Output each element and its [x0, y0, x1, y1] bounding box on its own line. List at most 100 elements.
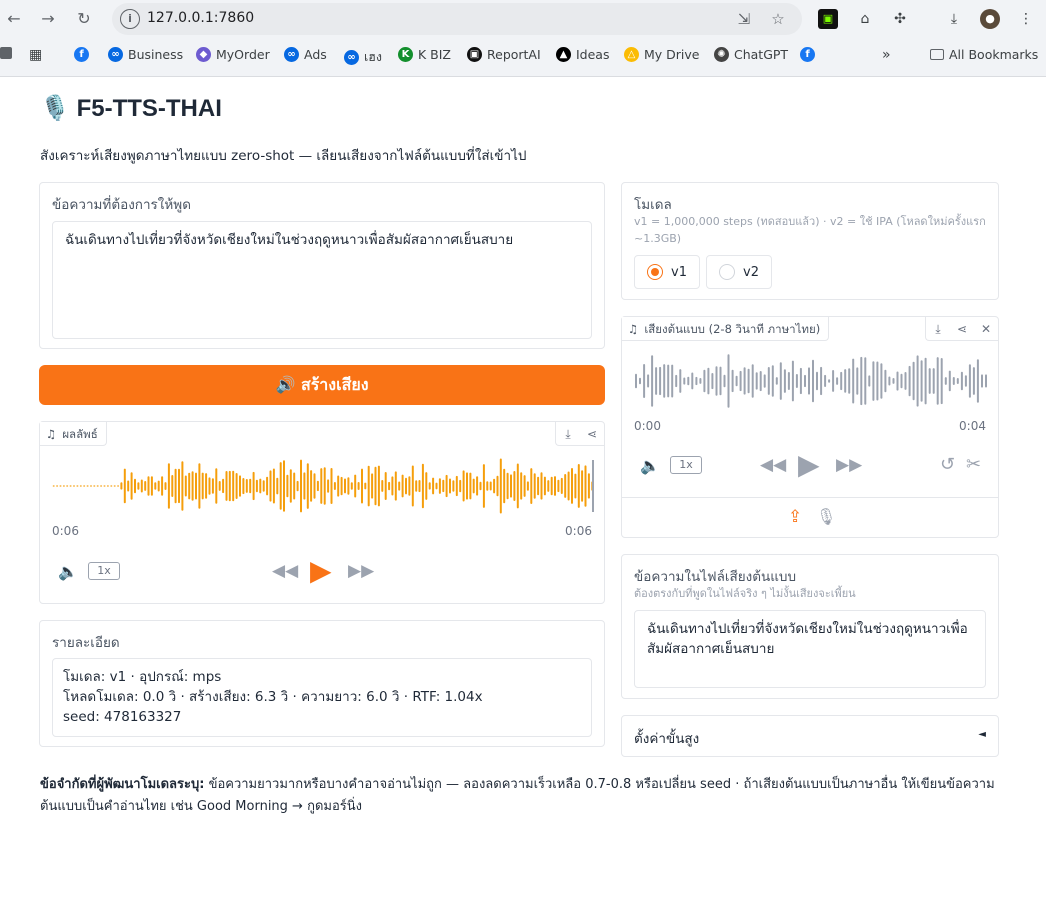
waveform-bar	[134, 478, 136, 494]
waveform-bar	[127, 480, 130, 492]
bookmark-item[interactable]: K K BIZ	[398, 47, 451, 62]
waveform-bar	[316, 480, 319, 492]
waveform-bar	[876, 361, 879, 401]
waveform-bar	[333, 482, 336, 490]
ref-waveform[interactable]	[634, 351, 988, 411]
waveform-bar	[526, 481, 529, 491]
waveform-bar	[103, 485, 106, 487]
waveform-bar	[83, 485, 86, 487]
waveform-bar	[205, 473, 208, 499]
play-icon[interactable]: ▶	[310, 554, 332, 587]
bookmark-label: Ideas	[576, 47, 610, 62]
waveform-bar	[904, 372, 907, 390]
waveform-bar	[150, 476, 153, 496]
skip-forward-icon[interactable]: ▶▶	[348, 561, 374, 581]
bookmark-item[interactable]: ▲ Ideas	[556, 47, 609, 62]
menu-dots-icon[interactable]: ⋮	[1016, 9, 1036, 29]
skip-forward-icon[interactable]: ▶▶	[836, 455, 862, 475]
playback-speed-button[interactable]: 1x	[88, 562, 120, 580]
bookmark-item[interactable]: ∞ Business	[108, 47, 183, 62]
volume-icon[interactable]: 🔈	[58, 562, 78, 581]
waveform-bar	[771, 365, 774, 397]
bookmark-item[interactable]: f	[800, 47, 815, 62]
text-input-field[interactable]: ฉันเดินทางไปเที่ยวที่จังหวัดเชียงใหม่ในช…	[52, 221, 592, 339]
back-icon[interactable]: ←	[4, 9, 24, 29]
waveform-bar	[184, 475, 187, 497]
reload-icon[interactable]: ↻	[74, 9, 94, 29]
site-info-icon[interactable]: i	[120, 9, 140, 29]
trim-scissors-icon[interactable]: ✂	[966, 454, 981, 475]
install-app-icon[interactable]: ⇲	[734, 9, 754, 29]
waveform-bar	[130, 472, 133, 500]
bookmark-item[interactable]: f	[74, 47, 89, 62]
waveform-bar	[479, 481, 482, 491]
ref-text-panel: ข้อความในไฟล์เสียงต้นแบบ ต้องตรงกับที่พู…	[621, 554, 999, 699]
waveform-bar	[557, 479, 560, 493]
waveform-bar	[981, 374, 983, 388]
bookmark-star-icon[interactable]: ☆	[768, 9, 788, 29]
apps-grid-icon[interactable]: ▦	[29, 47, 42, 63]
share-icon[interactable]: ⋖	[580, 422, 604, 446]
volume-icon[interactable]: 🔈	[640, 456, 660, 475]
extensions-puzzle-icon[interactable]: ✣	[890, 9, 910, 29]
waveform-bar	[195, 472, 197, 500]
waveform-bar	[795, 374, 798, 388]
ref-text-field[interactable]: ฉันเดินทางไปเที่ยวที่จังหวัดเชียงใหม่ในช…	[634, 610, 986, 688]
skip-back-icon[interactable]: ◀◀	[272, 561, 298, 581]
address-bar[interactable]: i 127.0.0.1:7860 ⇲ ☆	[112, 3, 802, 35]
bookmark-item[interactable]: ✺ ChatGPT	[714, 47, 788, 62]
microphone-record-icon[interactable]: 🎙	[816, 507, 836, 526]
upload-icon[interactable]: ⇪	[788, 507, 802, 527]
waveform-bar	[262, 480, 265, 492]
waveform-bar	[675, 374, 678, 388]
download-icon[interactable]: ⤓	[926, 317, 950, 341]
model-option-v2[interactable]: v2	[706, 255, 772, 289]
waveform-bar	[482, 464, 485, 508]
bookmark-item[interactable]: ◆ MyOrder	[196, 47, 270, 62]
result-audio-panel: ♫ ผลลัพธ์ ⤓ ⋖ 0:06 0:06 🔈 1x ◀◀ ▶ ▶▶	[39, 421, 605, 604]
bookmark-item[interactable]: ▣ ReportAI	[467, 47, 541, 62]
extension-home-icon[interactable]: ⌂	[855, 9, 875, 29]
extension-report-icon[interactable]: ▣	[818, 9, 838, 29]
waveform-bar	[960, 371, 963, 391]
forward-icon[interactable]: →	[38, 9, 58, 29]
model-option-v1[interactable]: v1	[634, 255, 700, 289]
all-bookmarks[interactable]: All Bookmarks	[930, 47, 1038, 62]
play-icon[interactable]: ▶	[798, 448, 820, 481]
waveform-bar	[171, 475, 174, 497]
download-icon[interactable]: ⤓	[556, 422, 580, 446]
ref-audio-panel: ♫ เสียงต้นแบบ (2-8 วินาที ภาษาไทย) ⤓ ⋖ ✕…	[621, 316, 999, 538]
downloads-icon[interactable]: ⤓	[944, 9, 964, 29]
generate-button[interactable]: 🔊 สร้างเสียง	[39, 365, 605, 405]
music-note-icon: ♫	[628, 321, 639, 336]
advanced-settings-accordion[interactable]: ตั้งค่าขั้นสูง ◄	[621, 715, 999, 757]
more-bookmarks-icon[interactable]: »	[882, 47, 891, 63]
waveform-bar	[699, 378, 702, 384]
waveform-bar	[228, 470, 231, 502]
details-line: โมเดล: v1 · อุปกรณ์: mps	[63, 669, 222, 685]
bookmark-folder-icon[interactable]	[0, 47, 12, 59]
details-box: โมเดล: v1 · อุปกรณ์: mps โหลดโมเดล: 0.0 …	[52, 658, 592, 737]
waveform-bar	[201, 472, 204, 500]
waveform-bar	[137, 482, 140, 490]
result-waveform[interactable]	[52, 456, 594, 516]
profile-avatar[interactable]: ●	[980, 9, 1000, 29]
playback-speed-button[interactable]: 1x	[670, 456, 702, 474]
waveform-bar	[215, 468, 218, 504]
close-icon[interactable]: ✕	[974, 317, 998, 341]
waveform-bar	[208, 477, 211, 495]
waveform-bar	[327, 479, 330, 493]
waveform-bar	[868, 375, 871, 387]
bookmark-item[interactable]: △ My Drive	[624, 47, 699, 62]
waveform-bar	[952, 377, 955, 385]
bookmark-item[interactable]: ∞ Ads	[284, 47, 327, 62]
waveform-bar	[812, 359, 814, 403]
bookmark-item[interactable]: ∞ เฮง	[344, 47, 382, 67]
bookmark-label: Business	[128, 47, 184, 62]
waveform-bar	[242, 478, 245, 495]
undo-icon[interactable]: ↺	[940, 454, 955, 475]
waveform-bar	[577, 464, 580, 508]
share-icon[interactable]: ⋖	[950, 317, 974, 341]
skip-back-icon[interactable]: ◀◀	[760, 455, 786, 475]
waveform-bar	[506, 472, 509, 500]
